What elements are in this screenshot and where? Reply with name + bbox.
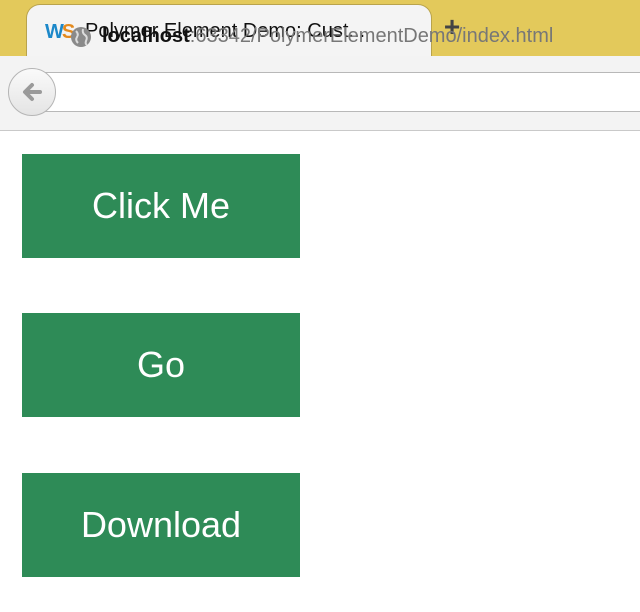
url-path: :63342/PolymerElementDemo/index.html [189, 25, 554, 47]
navigation-bar [0, 56, 640, 131]
go-button[interactable]: Go [22, 313, 300, 417]
back-arrow-icon [23, 83, 42, 101]
url-text[interactable]: localhost:63342/PolymerElementDemo/index… [102, 25, 553, 48]
download-button[interactable]: Download [22, 473, 300, 577]
browser-window: WS Polymer Element Demo: Cust... + local… [0, 0, 640, 612]
click-me-button[interactable]: Click Me [22, 154, 300, 258]
page-content: Click Me Go Download [0, 131, 640, 612]
back-button[interactable] [8, 68, 56, 116]
url-host: localhost [102, 25, 190, 47]
url-bar[interactable] [40, 72, 640, 112]
globe-icon [71, 27, 91, 47]
